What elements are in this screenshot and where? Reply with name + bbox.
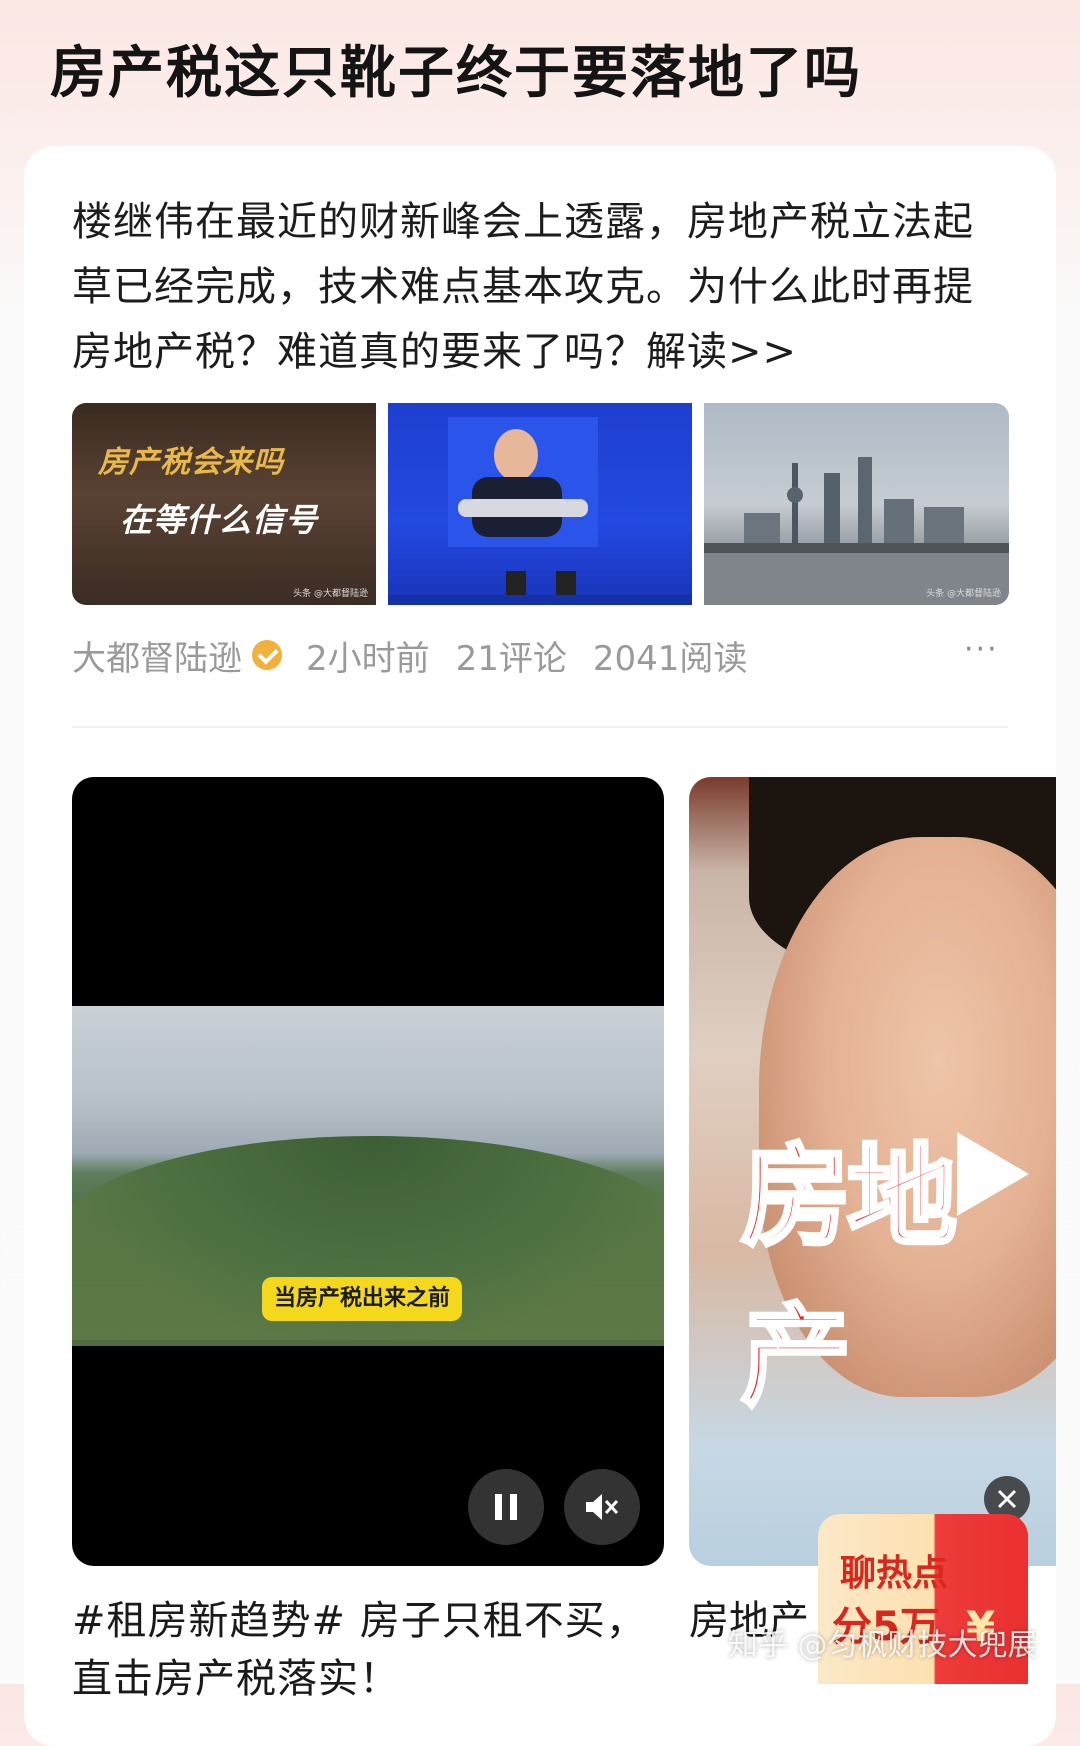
author-name[interactable]: 大都督陆逊	[72, 631, 242, 680]
thumbnail-3[interactable]: 头条 @大都督陆逊	[704, 403, 1009, 605]
verified-badge-icon	[252, 640, 282, 670]
pause-icon[interactable]	[468, 1469, 544, 1545]
pause-glyph	[495, 1494, 517, 1520]
speaker-muted-glyph	[586, 1494, 619, 1520]
page-title: 房产税这只靴子终于要落地了吗	[50, 41, 862, 106]
source-watermark: 知乎 @匀枫财技大兜展	[728, 1628, 1038, 1663]
thumbnail-2[interactable]	[388, 403, 692, 605]
skyline-photo	[704, 457, 1009, 605]
divider	[72, 726, 1008, 728]
thumbnail-watermark: 头条 @大都督陆逊	[926, 589, 1001, 599]
conference-photo	[388, 417, 692, 605]
video-title-1[interactable]: #租房新趋势# 房子只租不买，直击房产税落实！	[72, 1592, 672, 1708]
thumbnail-watermark: 头条 @大都督陆逊	[293, 589, 368, 599]
article-summary[interactable]: 楼继伟在最近的财新峰会上透露，房地产税立法起草已经完成，技术难点基本攻克。为什么…	[72, 190, 1012, 385]
thumbnail-row[interactable]: 房产税会来吗 在等什么信号 头条 @大都督陆逊 头条 @大都督陆逊	[72, 403, 1009, 605]
play-icon[interactable]	[957, 1132, 1029, 1216]
article-meta: 大都督陆逊 2小时前 21评论 2041阅读	[72, 630, 1012, 680]
video-card-1[interactable]: 当房产税出来之前	[72, 777, 664, 1566]
post-time: 2小时前	[306, 638, 430, 679]
video-caption: 当房产税出来之前	[262, 1277, 463, 1321]
more-options-icon[interactable]: ···	[964, 632, 999, 667]
thumbnail-headline: 房产税会来吗	[98, 445, 284, 480]
thumbnail-subheadline: 在等什么信号	[120, 501, 319, 539]
read-count: 2041阅读	[592, 638, 748, 679]
thumbnail-1[interactable]: 房产税会来吗 在等什么信号 头条 @大都督陆逊	[72, 403, 376, 605]
comment-count[interactable]: 21评论	[456, 631, 567, 680]
video-card-2[interactable]: 房地产	[689, 777, 1056, 1566]
promo-headline: 聊热点	[840, 1553, 949, 1594]
mute-icon[interactable]	[564, 1469, 640, 1545]
x-glyph	[997, 1489, 1017, 1509]
